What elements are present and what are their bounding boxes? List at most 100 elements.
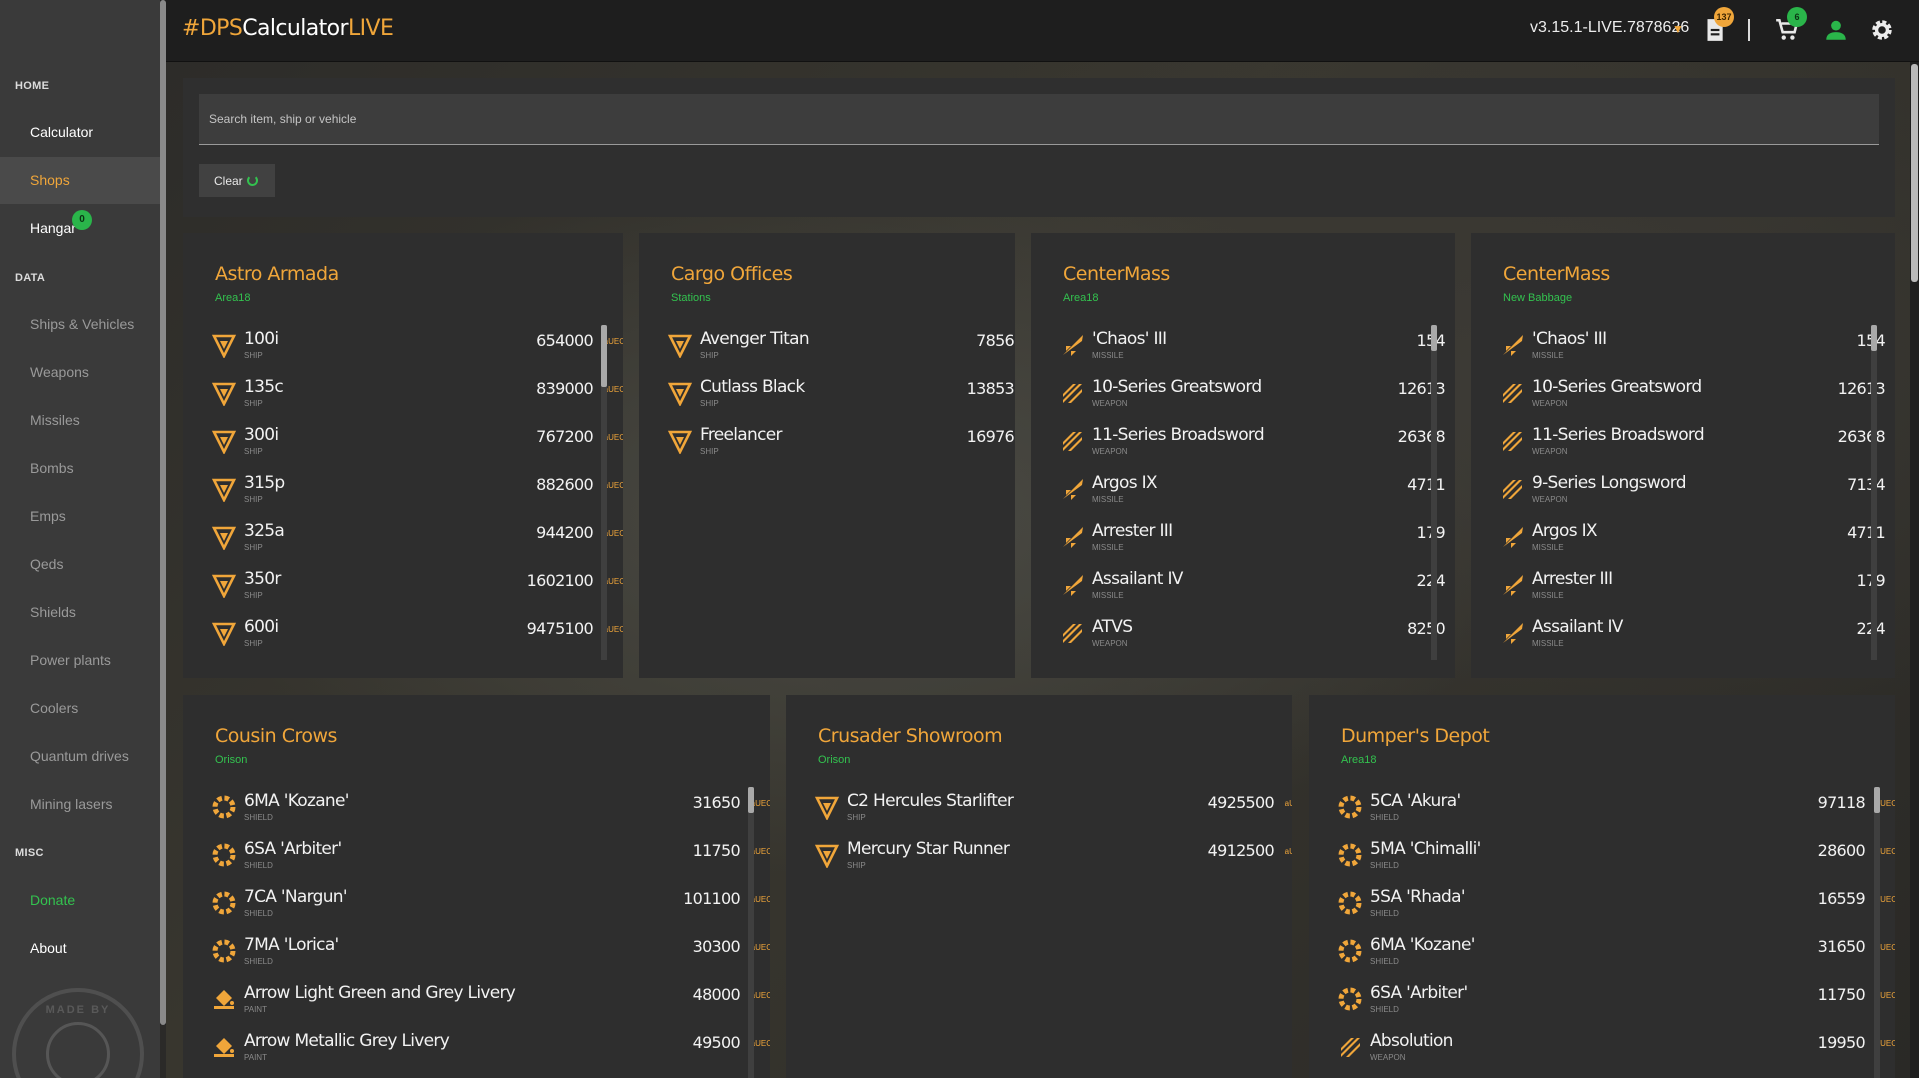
card-scrollbar[interactable] xyxy=(1431,325,1437,351)
list-item[interactable]: 350r SHIP 1602100 aUEC xyxy=(211,569,623,617)
list-item[interactable]: 100i SHIP 654000 aUEC xyxy=(211,329,623,377)
list-item[interactable]: 7CA 'Nargun' SHIELD 101100 aUEC xyxy=(211,887,770,935)
user-icon[interactable] xyxy=(1823,17,1849,43)
list-item[interactable]: Absolution WEAPON 19950 aUEC xyxy=(1337,1031,1895,1078)
sidebar-item-quantum-drives[interactable]: Quantum drives xyxy=(0,733,160,780)
sidebar-item-shops[interactable]: Shops xyxy=(0,157,160,204)
sidebar-item-calculator[interactable]: Calculator xyxy=(0,109,160,156)
main-scrollbar[interactable] xyxy=(1911,64,1918,282)
list-item[interactable]: 'Chaos' IIIMISSILE154aUEC xyxy=(1499,329,1895,377)
sidebar-item-weapons[interactable]: Weapons xyxy=(0,349,160,396)
item-name: Arrester III xyxy=(1092,521,1173,541)
list-item[interactable]: Avenger TitanSHIP785600aUEC xyxy=(667,329,1015,377)
list-item[interactable]: 6MA 'Kozane' SHIELD 31650 aUEC xyxy=(1337,935,1895,983)
sidebar-item-bombs[interactable]: Bombs xyxy=(0,445,160,492)
list-item[interactable]: Cutlass BlackSHIP1385300aUEC xyxy=(667,377,1015,425)
item-type: WEAPON xyxy=(1532,399,1568,408)
card-scrollbar[interactable] xyxy=(1874,787,1880,813)
list-item[interactable]: Assailant IVMISSILE224aUEC xyxy=(1499,617,1895,665)
paint-icon xyxy=(214,990,234,1009)
sidebar-item-ships[interactable]: Ships & Vehicles xyxy=(0,301,160,348)
item-type: MISSILE xyxy=(1532,591,1564,600)
list-item[interactable]: 5SA 'Rhada' SHIELD 16559 aUEC xyxy=(1337,887,1895,935)
currency-unit: aUEC xyxy=(1284,799,1292,808)
version-selector[interactable]: v3.15.1-LIVE.7878626 xyxy=(1530,19,1689,37)
shield-icon xyxy=(1338,843,1362,867)
currency-unit: aUEC xyxy=(1284,847,1292,856)
list-item[interactable]: Arrester IIIMISSILE179aUEC xyxy=(1059,521,1455,569)
list-item[interactable]: 6SA 'Arbiter' SHIELD 11750 aUEC xyxy=(1337,983,1895,1031)
search-input[interactable] xyxy=(199,94,1879,145)
shop-location: Orison xyxy=(215,754,248,766)
list-item[interactable]: 11-Series BroadswordWEAPON26368aUEC xyxy=(1059,425,1455,473)
list-item[interactable]: 325a SHIP 944200 aUEC xyxy=(211,521,623,569)
shop-name[interactable]: CenterMass xyxy=(1063,263,1170,285)
sidebar-item-qeds[interactable]: Qeds xyxy=(0,541,160,588)
shop-name[interactable]: Cargo Offices xyxy=(671,263,793,285)
item-type: WEAPON xyxy=(1092,399,1128,408)
item-price: 4912500 xyxy=(1207,841,1275,860)
sidebar-item-missiles[interactable]: Missiles xyxy=(0,397,160,444)
app-logo[interactable]: #DPSCalculatorLIVE xyxy=(182,16,394,41)
list-item[interactable]: ATVSWEAPON8250aUEC xyxy=(1059,617,1455,665)
item-type: SHIELD xyxy=(1370,861,1399,870)
list-item[interactable]: 10-Series GreatswordWEAPON12613aUEC xyxy=(1059,377,1455,425)
sidebar-item-emps[interactable]: Emps xyxy=(0,493,160,540)
shop-card: Crusader Showroom Orison C2 Hercules Starl… xyxy=(786,695,1292,1078)
card-scrollbar[interactable] xyxy=(1871,325,1877,351)
card-scrollbar[interactable] xyxy=(601,325,607,387)
item-price: 839000 xyxy=(536,379,594,398)
gear-icon[interactable] xyxy=(1869,17,1895,43)
list-item[interactable]: Arrow Light Green and Grey Livery PAINT 48… xyxy=(211,983,770,1031)
list-item[interactable]: C2 Hercules Starlifter SHIP 4925500 aUEC xyxy=(814,791,1292,839)
list-item[interactable]: 6SA 'Arbiter' SHIELD 11750 aUEC xyxy=(211,839,770,887)
weapon-icon xyxy=(1503,432,1522,451)
sidebar-item-donate[interactable]: Donate xyxy=(0,877,160,924)
list-item[interactable]: Arrester IIIMISSILE179aUEC xyxy=(1499,569,1895,617)
list-item[interactable]: 5CA 'Akura' SHIELD 97118 aUEC xyxy=(1337,791,1895,839)
list-item[interactable]: Mercury Star Runner SHIP 4912500 aUEC xyxy=(814,839,1292,887)
item-type: SHIELD xyxy=(1370,1005,1399,1014)
sidebar-scrollbar[interactable] xyxy=(160,0,166,1025)
card-scrollbar[interactable] xyxy=(748,787,754,813)
list-item[interactable]: 'Chaos' IIIMISSILE154aUEC xyxy=(1059,329,1455,377)
topbar-divider xyxy=(1748,19,1750,41)
ship-icon xyxy=(211,334,237,358)
item-price: 97118 xyxy=(1817,793,1866,812)
author-logo: MADE BY xyxy=(12,988,144,1078)
list-item[interactable]: Argos IXMISSILE4711aUEC xyxy=(1059,473,1455,521)
sidebar-item-about[interactable]: About xyxy=(0,925,160,972)
list-item[interactable]: FreelancerSHIP1697600aUEC xyxy=(667,425,1015,473)
list-item[interactable]: Argos IXMISSILE4711aUEC xyxy=(1499,521,1895,569)
clear-button[interactable]: Clear xyxy=(199,164,275,197)
shop-name[interactable]: Cousin Crows xyxy=(215,725,337,747)
list-item[interactable]: Arrow Metallic Grey Livery PAINT 49500 aUEC xyxy=(211,1031,770,1078)
shop-name[interactable]: Crusader Showroom xyxy=(818,725,1003,747)
shop-name[interactable]: CenterMass xyxy=(1503,263,1610,285)
sidebar-item-coolers[interactable]: Coolers xyxy=(0,685,160,732)
ship-icon xyxy=(667,334,693,358)
list-item[interactable]: Assailant IVMISSILE224aUEC xyxy=(1059,569,1455,617)
list-item[interactable]: 7MA 'Lorica' SHIELD 30300 aUEC xyxy=(211,935,770,983)
sidebar-item-power-plants[interactable]: Power plants xyxy=(0,637,160,684)
item-type: SHIP xyxy=(244,495,263,504)
list-item[interactable]: 9-Series LongswordWEAPON7134aUEC xyxy=(1499,473,1895,521)
shop-name[interactable]: Dumper's Depot xyxy=(1341,725,1490,747)
list-item[interactable]: 600i SHIP 9475100 aUEC xyxy=(211,617,623,665)
list-item[interactable]: 11-Series BroadswordWEAPON26368aUEC xyxy=(1499,425,1895,473)
list-item[interactable]: 5MA 'Chimalli' SHIELD 28600 aUEC xyxy=(1337,839,1895,887)
sidebar-item-mining-lasers[interactable]: Mining lasers xyxy=(0,781,160,828)
shop-name[interactable]: Astro Armada xyxy=(215,263,339,285)
ship-icon xyxy=(667,382,693,406)
list-item[interactable]: 135c SHIP 839000 aUEC xyxy=(211,377,623,425)
ship-icon xyxy=(211,574,237,598)
shop-card: Cousin Crows Orison 6MA 'Kozane' SHIELD 3165… xyxy=(183,695,770,1078)
item-price: 26368 xyxy=(1397,427,1446,446)
chevron-down-icon[interactable]: ▼ xyxy=(1672,22,1684,36)
list-item[interactable]: 10-Series GreatswordWEAPON12613aUEC xyxy=(1499,377,1895,425)
list-item[interactable]: 300i SHIP 767200 aUEC xyxy=(211,425,623,473)
weapon-icon xyxy=(1063,432,1082,451)
list-item[interactable]: 6MA 'Kozane' SHIELD 31650 aUEC xyxy=(211,791,770,839)
list-item[interactable]: 315p SHIP 882600 aUEC xyxy=(211,473,623,521)
sidebar-item-shields[interactable]: Shields xyxy=(0,589,160,636)
